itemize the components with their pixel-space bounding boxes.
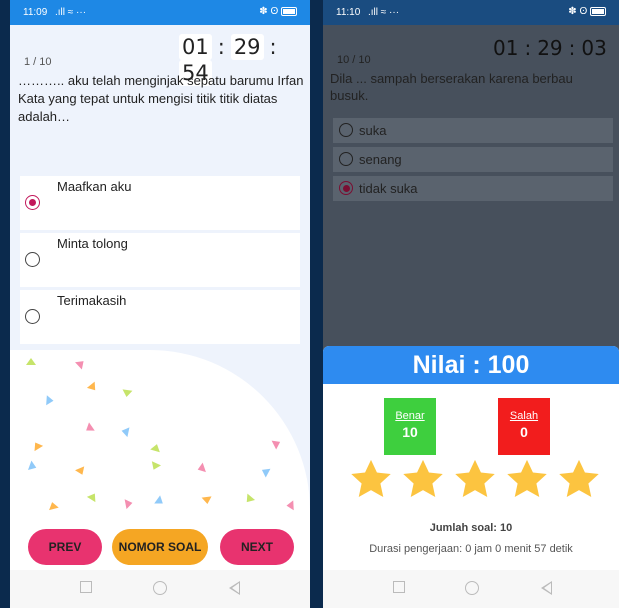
star-icon bbox=[403, 459, 443, 498]
signal-icon: .ıll ≈ ··· bbox=[55, 7, 87, 18]
timer-hours: 01 bbox=[179, 34, 212, 60]
answer-option-1[interactable]: suka bbox=[333, 118, 613, 143]
score-title: Nilai : 100 bbox=[323, 346, 619, 384]
quiz-screen-right: 11:10 .ıll ≈ ··· ✽ ʘ 10 / 10 01:29:03 Di… bbox=[323, 0, 619, 608]
battery-icon bbox=[281, 6, 297, 16]
option-label: Minta tolong bbox=[57, 236, 128, 251]
back-icon[interactable] bbox=[229, 581, 240, 595]
salah-label: Salah bbox=[509, 410, 539, 422]
confetti-piece bbox=[26, 358, 36, 365]
status-time: 11:09 bbox=[23, 7, 48, 18]
status-time: 11:10 bbox=[336, 7, 361, 18]
answer-option-1[interactable]: Maafkan aku bbox=[20, 176, 300, 230]
answer-option-2[interactable]: Minta tolong bbox=[20, 233, 300, 287]
signal-icon: .ıll ≈ ··· bbox=[368, 7, 400, 18]
jumlah-soal: Jumlah soal: 10 bbox=[429, 522, 513, 534]
salah-value: 0 bbox=[520, 424, 528, 440]
status-bar: 11:09 .ıll ≈ ··· ✽ ʘ bbox=[10, 0, 310, 25]
status-icons: ✽ ʘ bbox=[568, 6, 588, 17]
benar-label: Benar bbox=[395, 410, 425, 422]
star-icon bbox=[455, 459, 495, 498]
benar-value: 10 bbox=[402, 424, 418, 440]
next-button[interactable]: NEXT bbox=[220, 529, 294, 565]
timer-seconds: 03 bbox=[581, 36, 607, 60]
star-icon bbox=[351, 459, 391, 498]
result-sheet: Nilai : 100 Benar 10 Salah 0 Jumlah soal… bbox=[323, 346, 619, 608]
radio-icon[interactable] bbox=[25, 309, 40, 324]
benar-box: Benar 10 bbox=[384, 398, 436, 455]
radio-icon[interactable] bbox=[25, 252, 40, 267]
question-counter: 1 / 10 bbox=[24, 56, 52, 68]
radio-selected-icon[interactable] bbox=[339, 181, 353, 195]
salah-box: Salah 0 bbox=[498, 398, 550, 455]
option-label: Maafkan aku bbox=[57, 179, 132, 194]
durasi-pengerjaan: Durasi pengerjaan: 0 jam 0 menit 57 deti… bbox=[369, 543, 573, 555]
radio-icon[interactable] bbox=[339, 123, 353, 137]
radio-selected-icon[interactable] bbox=[25, 195, 40, 210]
option-label: tidak suka bbox=[359, 181, 418, 196]
recent-apps-icon[interactable] bbox=[393, 581, 405, 593]
confetti-piece bbox=[121, 389, 133, 398]
prev-button[interactable]: PREV bbox=[28, 529, 102, 565]
timer-minutes: 29 bbox=[230, 34, 264, 60]
star-icon bbox=[559, 459, 599, 498]
radio-icon[interactable] bbox=[339, 152, 353, 166]
home-icon[interactable] bbox=[465, 581, 479, 595]
nomor-soal-button[interactable]: NOMOR SOAL bbox=[112, 529, 208, 565]
option-label: Terimakasih bbox=[57, 293, 127, 308]
answer-option-2[interactable]: senang bbox=[333, 147, 613, 172]
home-icon[interactable] bbox=[153, 581, 167, 595]
system-nav-bar bbox=[323, 570, 619, 608]
answer-option-3[interactable]: Terimakasih bbox=[20, 290, 300, 344]
quiz-screen-left: 11:09 .ıll ≈ ··· ✽ ʘ 1 / 10 01:29:54 ………… bbox=[10, 0, 310, 608]
confetti-piece bbox=[46, 395, 54, 406]
answer-option-3[interactable]: tidak suka bbox=[333, 176, 613, 201]
countdown-timer: 01:29:03 bbox=[493, 36, 607, 60]
timer-hours: 01 bbox=[493, 36, 519, 60]
status-icons: ✽ ʘ bbox=[259, 6, 279, 17]
option-label: suka bbox=[359, 123, 387, 138]
question-text: ……….. aku telah menginjak sepatu barumu … bbox=[18, 73, 304, 124]
confetti-piece bbox=[201, 496, 213, 505]
question-counter: 10 / 10 bbox=[337, 54, 371, 66]
back-icon[interactable] bbox=[541, 581, 552, 595]
option-label: senang bbox=[359, 152, 402, 167]
star-icon bbox=[507, 459, 547, 498]
system-nav-bar bbox=[10, 570, 310, 608]
question-text: Dila ... sampah berserakan karena berbau… bbox=[330, 71, 573, 103]
battery-icon bbox=[590, 6, 606, 16]
recent-apps-icon[interactable] bbox=[80, 581, 92, 593]
confetti-piece bbox=[286, 500, 294, 511]
timer-minutes: 29 bbox=[537, 36, 563, 60]
status-bar: 11:10 .ıll ≈ ··· ✽ ʘ bbox=[323, 0, 619, 25]
